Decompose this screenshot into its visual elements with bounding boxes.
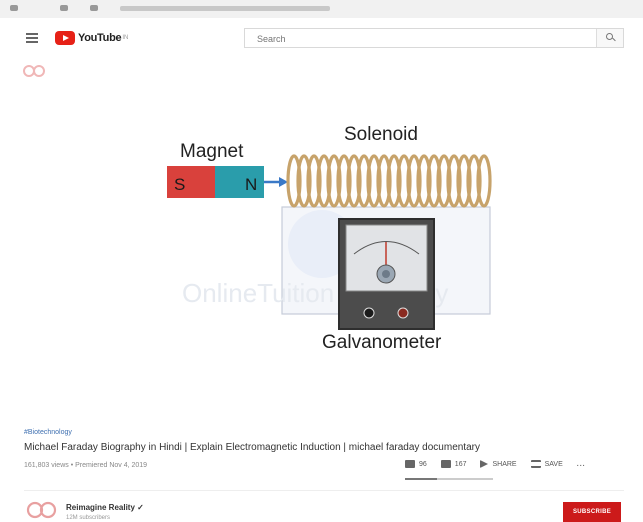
magnet-s-label: S [174, 175, 185, 194]
logo-country: IN [122, 35, 129, 41]
magnet-n-label: N [245, 175, 257, 194]
subscribe-button[interactable]: SUBSCRIBE [563, 502, 621, 522]
video-title: Michael Faraday Biography in Hindi | Exp… [24, 442, 480, 453]
dislike-count: 167 [454, 460, 467, 468]
divider [24, 490, 624, 491]
hamburger-icon[interactable] [26, 33, 38, 43]
search-box [244, 28, 624, 48]
magnet-label: Magnet [180, 141, 244, 162]
share-icon [480, 460, 489, 468]
search-input[interactable] [255, 30, 599, 48]
search-button[interactable] [596, 29, 623, 47]
reload-icon[interactable] [60, 5, 68, 11]
terminal-negative [363, 307, 375, 319]
galvanometer [338, 218, 435, 330]
share-label: SHARE [492, 460, 517, 468]
like-button[interactable]: 96 [405, 460, 427, 468]
channel-watermark-icon[interactable] [22, 64, 46, 78]
channel-avatar-icon[interactable] [24, 500, 60, 520]
save-icon [530, 460, 541, 468]
video-player[interactable]: OnlineTuition Academy Magnet S N Solenoi… [22, 64, 630, 410]
back-icon[interactable] [10, 5, 18, 11]
more-icon[interactable]: ... [577, 461, 586, 468]
logo-wordmark: YouTube [78, 32, 122, 44]
solenoid-coil [286, 154, 492, 208]
save-label: SAVE [544, 460, 563, 468]
youtube-logo-icon [55, 31, 75, 45]
browser-chrome [0, 0, 643, 18]
subscriber-count: 12M subscribers [66, 515, 111, 521]
dislike-icon [440, 460, 451, 468]
like-count: 96 [419, 460, 427, 468]
galvanometer-label: Galvanometer [322, 332, 442, 353]
hashtag-link[interactable]: #Biotechnology [24, 429, 72, 436]
terminal-positive [397, 307, 409, 319]
action-bar: 96 167 SHARE SAVE ... [405, 460, 600, 468]
share-button[interactable]: SHARE [480, 460, 517, 468]
verified-badge-icon: ✓ [137, 503, 144, 512]
channel-name[interactable]: Reimagine Reality ✓ [66, 503, 144, 512]
like-icon [405, 460, 415, 468]
top-bar: YouTube IN [0, 18, 643, 58]
video-meta: 161,803 views • Premiered Nov 4, 2019 [24, 462, 148, 469]
channel-name-text: Reimagine Reality [66, 503, 135, 512]
sentiment-bar-fill [405, 478, 437, 480]
youtube-logo[interactable]: YouTube IN [55, 30, 128, 46]
dislike-button[interactable]: 167 [440, 460, 467, 468]
save-button[interactable]: SAVE [530, 460, 563, 468]
sentiment-bar [405, 478, 493, 480]
home-icon[interactable] [90, 5, 98, 11]
video-frame-diagram: OnlineTuition Academy Magnet S N Solenoi… [22, 64, 630, 410]
address-bar[interactable] [120, 6, 330, 11]
solenoid-label: Solenoid [344, 124, 418, 145]
